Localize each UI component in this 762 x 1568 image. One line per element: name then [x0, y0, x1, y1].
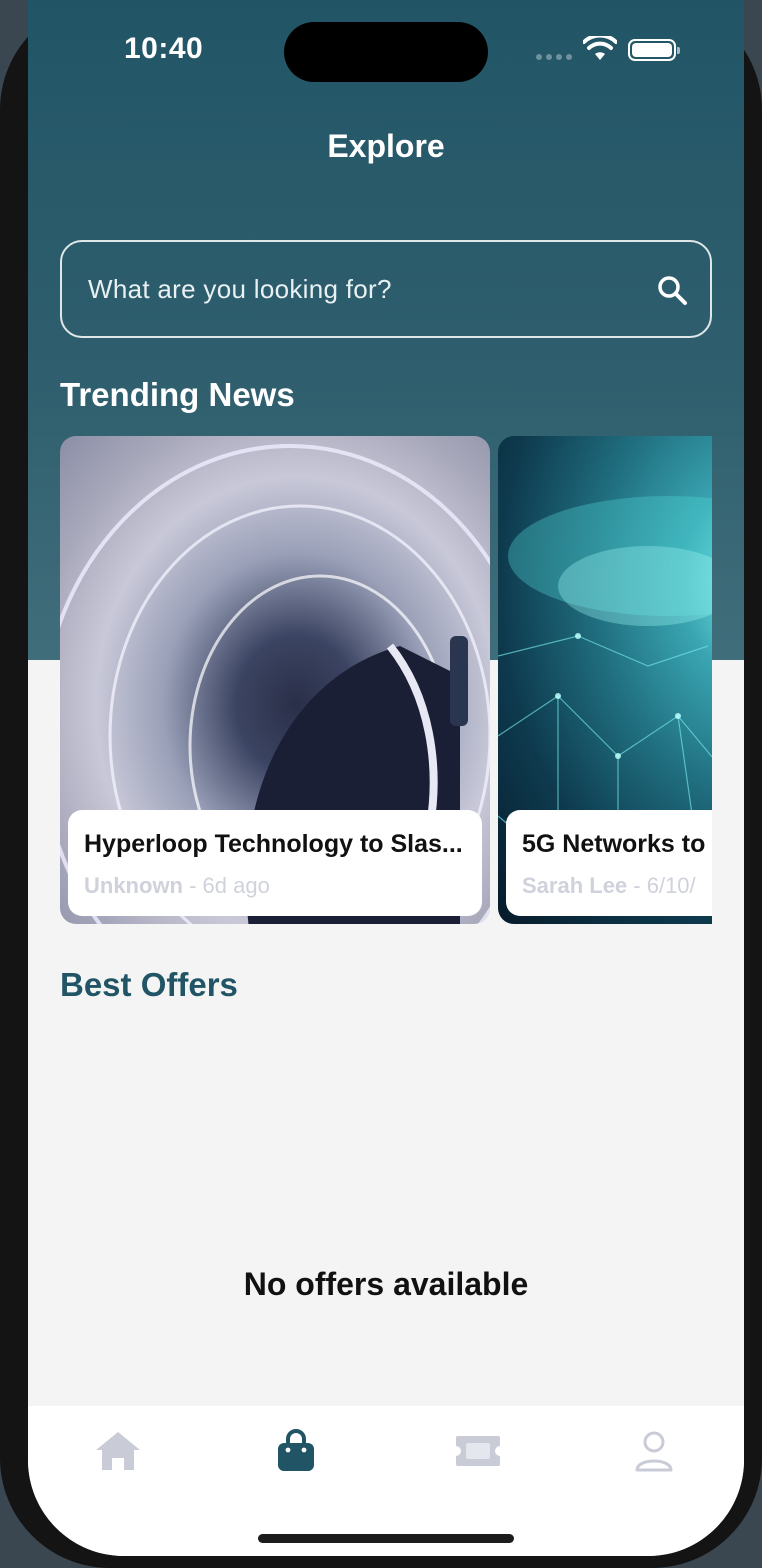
news-card-time: - 6/10/ — [627, 873, 696, 898]
news-card[interactable]: 5G Networks to Sarah Lee - 6/10/ — [498, 436, 712, 924]
trending-news-carousel[interactable]: Hyperloop Technology to Slas... Unknown … — [60, 436, 712, 924]
search-icon[interactable] — [656, 274, 688, 306]
news-card-info: Hyperloop Technology to Slas... Unknown … — [68, 810, 482, 916]
news-card-author: Sarah Lee — [522, 873, 628, 898]
news-card-meta: Unknown - 6d ago — [84, 873, 466, 899]
app-screen: 10:40 Explore What are you looking for? … — [28, 0, 744, 1556]
news-card-title: Hyperloop Technology to Slas... — [84, 830, 463, 858]
ticket-icon — [456, 1436, 500, 1466]
trending-news-title: Trending News — [60, 376, 295, 413]
shopping-bag-icon — [278, 1429, 314, 1471]
wifi-icon — [583, 36, 617, 60]
no-offers-message: No offers available — [243, 1266, 529, 1302]
news-card-time: - 6d ago — [183, 873, 270, 898]
page-title: Explore — [327, 128, 445, 164]
news-card[interactable]: Hyperloop Technology to Slas... Unknown … — [60, 436, 490, 924]
cellular-signal-icon — [536, 54, 572, 60]
battery-icon — [628, 39, 680, 61]
tab-tickets[interactable] — [448, 1426, 508, 1476]
search-input[interactable]: What are you looking for? — [60, 240, 712, 338]
search-placeholder: What are you looking for? — [88, 274, 392, 304]
tab-shop[interactable] — [266, 1426, 326, 1476]
dynamic-island — [284, 22, 488, 82]
home-indicator[interactable] — [258, 1534, 514, 1543]
tab-profile[interactable] — [624, 1426, 684, 1476]
news-card-meta: Sarah Lee - 6/10/ — [522, 873, 712, 899]
status-time: 10:40 — [124, 32, 204, 65]
tab-bar — [28, 1406, 744, 1556]
tab-home[interactable] — [88, 1426, 148, 1476]
news-card-author: Unknown — [84, 873, 183, 898]
home-icon — [96, 1432, 140, 1470]
user-icon — [635, 1431, 673, 1472]
best-offers-title: Best Offers — [60, 966, 238, 1003]
device-frame: 10:40 Explore What are you looking for? … — [0, 0, 762, 1568]
news-card-title: 5G Networks to — [522, 830, 706, 858]
news-card-info: 5G Networks to Sarah Lee - 6/10/ — [506, 810, 712, 916]
